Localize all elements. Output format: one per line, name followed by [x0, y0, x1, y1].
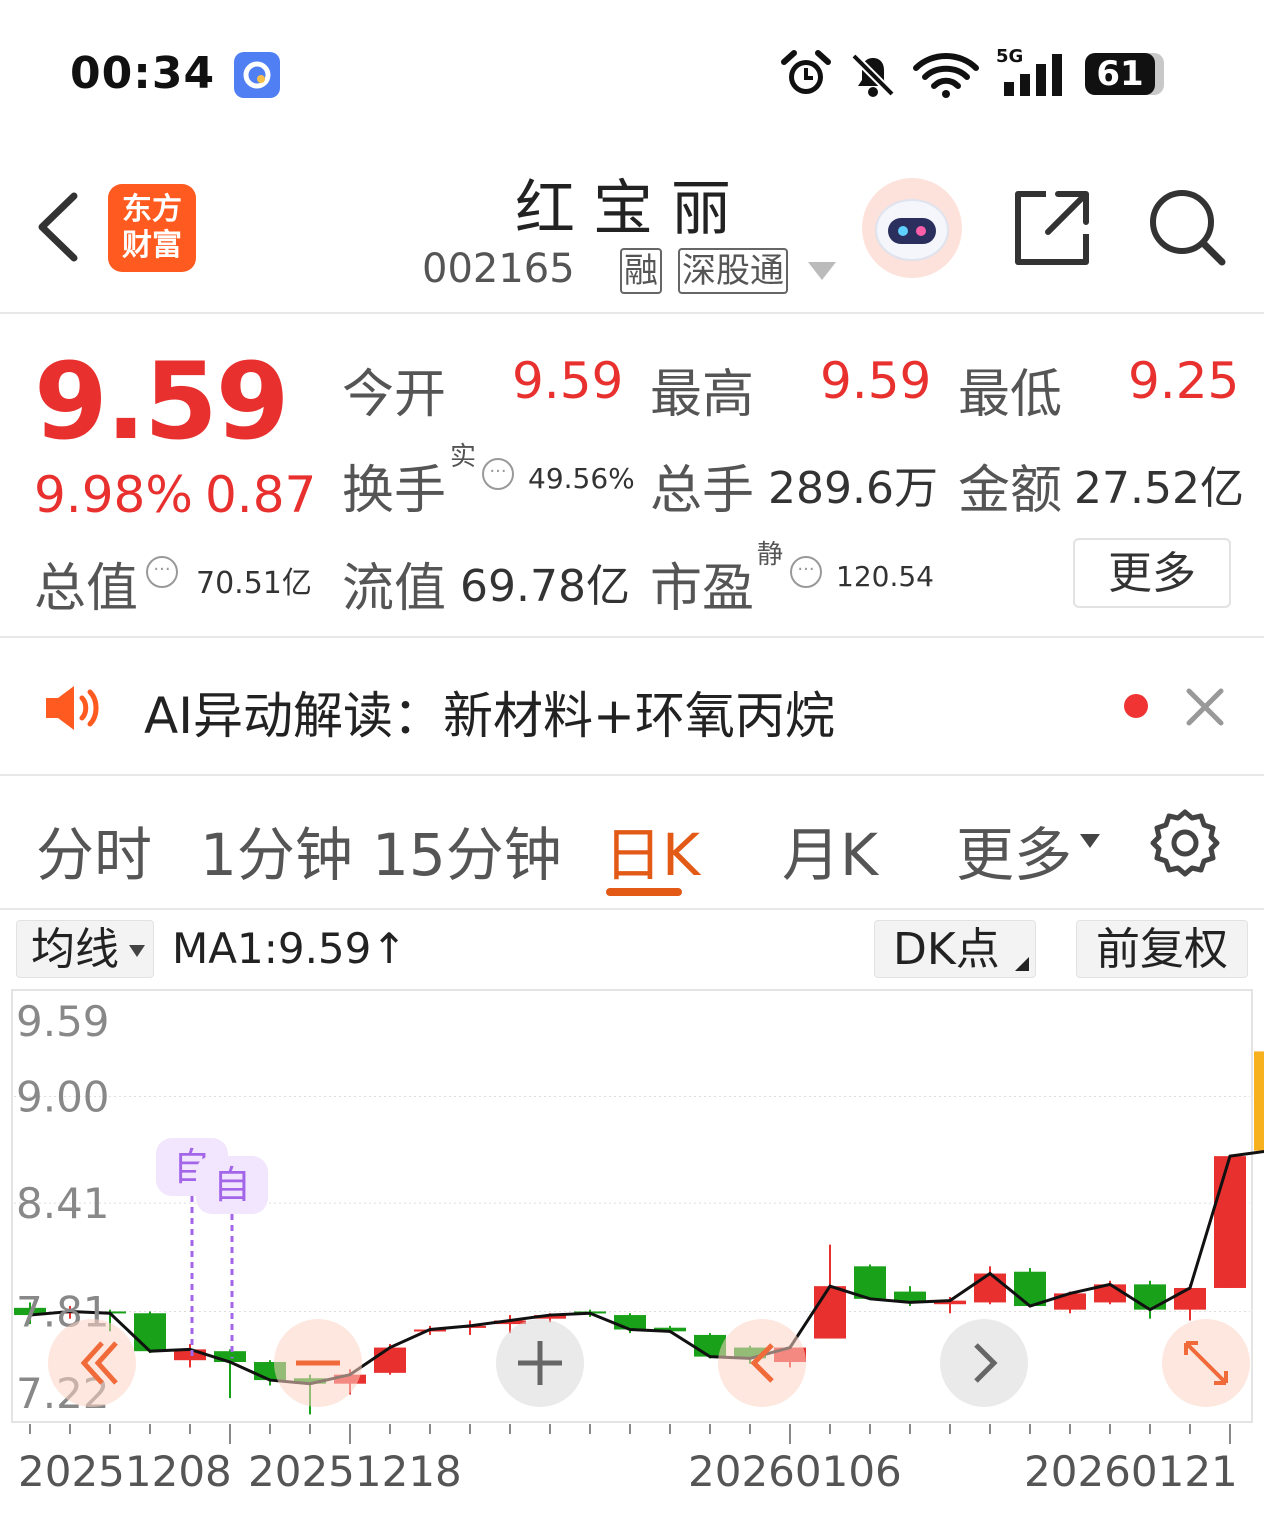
step-left-button[interactable] — [718, 1319, 806, 1407]
x-tick-label: 20251218 — [248, 1447, 462, 1496]
candle-body — [134, 1313, 166, 1352]
float-cap-label: 流值 — [342, 559, 447, 619]
candle-body — [1014, 1271, 1046, 1307]
corner-triangle-icon — [1015, 957, 1029, 971]
mute-icon — [851, 53, 895, 97]
alarm-icon — [781, 50, 831, 94]
x-tick-label: 20260106 — [688, 1447, 902, 1496]
pe-label: 市盈 — [650, 559, 755, 619]
chevron-down-icon — [1080, 834, 1100, 848]
assistant-robot-icon[interactable] — [862, 178, 962, 278]
candle-body — [974, 1273, 1006, 1303]
high-label: 最高 — [650, 365, 755, 425]
y-tick-label: 9.00 — [16, 1073, 110, 1122]
battery-icon: 61 — [1085, 53, 1155, 95]
open-value: 9.59 — [512, 352, 624, 410]
candle-body — [1174, 1287, 1206, 1310]
high-value: 9.59 — [820, 352, 932, 410]
indicator-label: 均线 — [31, 924, 119, 975]
turnover-label: 换手 — [342, 461, 447, 521]
gear-icon[interactable] — [1150, 808, 1220, 878]
change-percent: 9.98% — [34, 466, 193, 524]
marker-label: 自 — [213, 1163, 251, 1207]
zoom-out-button[interactable] — [274, 1319, 362, 1407]
header-divider — [0, 312, 1264, 314]
candle-body — [814, 1286, 846, 1339]
turnover-info-icon[interactable]: ··· — [482, 458, 514, 490]
volume-value: 289.6万 — [768, 463, 938, 514]
x-axis: 20251208 20251218 20260106 20260121 — [18, 1424, 1238, 1496]
candle-body — [1214, 1156, 1246, 1288]
ai-insight-text[interactable]: AI异动解读：新材料+环氧丙烷 — [144, 676, 835, 748]
margin-tag[interactable]: 融 — [620, 248, 662, 294]
wifi-icon — [913, 53, 979, 98]
signal-icon — [1004, 54, 1062, 96]
shenzhen-connect-tag[interactable]: 深股通 — [678, 248, 788, 294]
search-icon[interactable] — [1146, 186, 1228, 268]
turnover-value: 49.56% — [528, 462, 635, 495]
y-tick-label: 9.59 — [16, 997, 110, 1046]
step-right-button[interactable] — [940, 1319, 1028, 1407]
dk-point-button[interactable]: DK点 — [874, 920, 1036, 978]
step-left-button-bg — [718, 1319, 806, 1407]
share-icon[interactable] — [1012, 188, 1092, 268]
market-cap-label: 总值 — [34, 559, 139, 619]
more-quote-button[interactable]: 更多 — [1073, 538, 1231, 608]
ma-readout: MA1:9.59↑ — [172, 924, 407, 973]
status-clock: 00:34 — [70, 48, 216, 99]
indicator-select[interactable]: 均线 — [16, 920, 154, 978]
candle-body — [614, 1315, 646, 1330]
float-cap-value: 69.78亿 — [460, 561, 630, 612]
close-icon[interactable] — [1186, 688, 1224, 726]
market-cap-info-icon[interactable]: ··· — [146, 556, 178, 588]
low-label: 最低 — [958, 365, 1063, 425]
dk-point-label: DK点 — [893, 924, 1000, 975]
tab-daily-k[interactable]: 日K — [604, 808, 700, 892]
kline-chart[interactable]: 9.599.008.417.817.22 自自 2025120820251218… — [0, 988, 1264, 1530]
browser-app-icon — [234, 52, 280, 98]
amount-label: 金额 — [958, 461, 1063, 521]
change-amount: 0.87 — [205, 466, 317, 524]
rewind-button-bg — [48, 1319, 136, 1407]
speaker-icon — [46, 686, 99, 730]
open-label: 今开 — [342, 365, 447, 425]
x-tick-label: 20260121 — [1024, 1447, 1238, 1496]
adjust-select-button[interactable]: 前复权 — [1076, 920, 1248, 978]
tab-more[interactable]: 更多 — [956, 808, 1072, 892]
candle-body — [1134, 1284, 1166, 1310]
current-price: 9.59 — [34, 340, 290, 463]
y-tick-label: 8.41 — [16, 1179, 110, 1228]
candle-body — [214, 1351, 246, 1363]
chevron-down-icon — [129, 945, 145, 957]
step-right-button-bg — [940, 1319, 1028, 1407]
tab-1min[interactable]: 1分钟 — [200, 808, 353, 892]
pe-value: 120.54 — [836, 560, 934, 593]
turnover-sup: 实 — [450, 442, 477, 472]
pe-info-icon[interactable]: ··· — [790, 556, 822, 588]
chevron-down-icon[interactable] — [808, 262, 836, 280]
amount-value: 27.52亿 — [1074, 463, 1244, 514]
rewind-button[interactable] — [48, 1319, 136, 1407]
low-value: 9.25 — [1128, 352, 1240, 410]
candle-body — [1254, 1051, 1264, 1151]
quote-divider — [0, 636, 1264, 638]
tabs-divider — [0, 908, 1264, 910]
pe-sup: 静 — [757, 540, 784, 570]
tab-15min[interactable]: 15分钟 — [372, 808, 562, 892]
tab-intraday[interactable]: 分时 — [36, 808, 152, 892]
market-cap-value: 70.51亿 — [196, 566, 312, 601]
ai-divider — [0, 774, 1264, 776]
tab-monthly-k[interactable]: 月K — [782, 808, 878, 892]
candle-body — [374, 1347, 406, 1373]
zoom-in-button[interactable] — [496, 1319, 584, 1407]
x-tick-label: 20251208 — [18, 1447, 232, 1496]
volume-label: 总手 — [650, 461, 755, 521]
fullscreen-button[interactable] — [1162, 1319, 1250, 1407]
active-tab-indicator — [606, 888, 682, 896]
unread-dot — [1124, 694, 1148, 718]
stock-code: 002165 — [422, 246, 575, 292]
